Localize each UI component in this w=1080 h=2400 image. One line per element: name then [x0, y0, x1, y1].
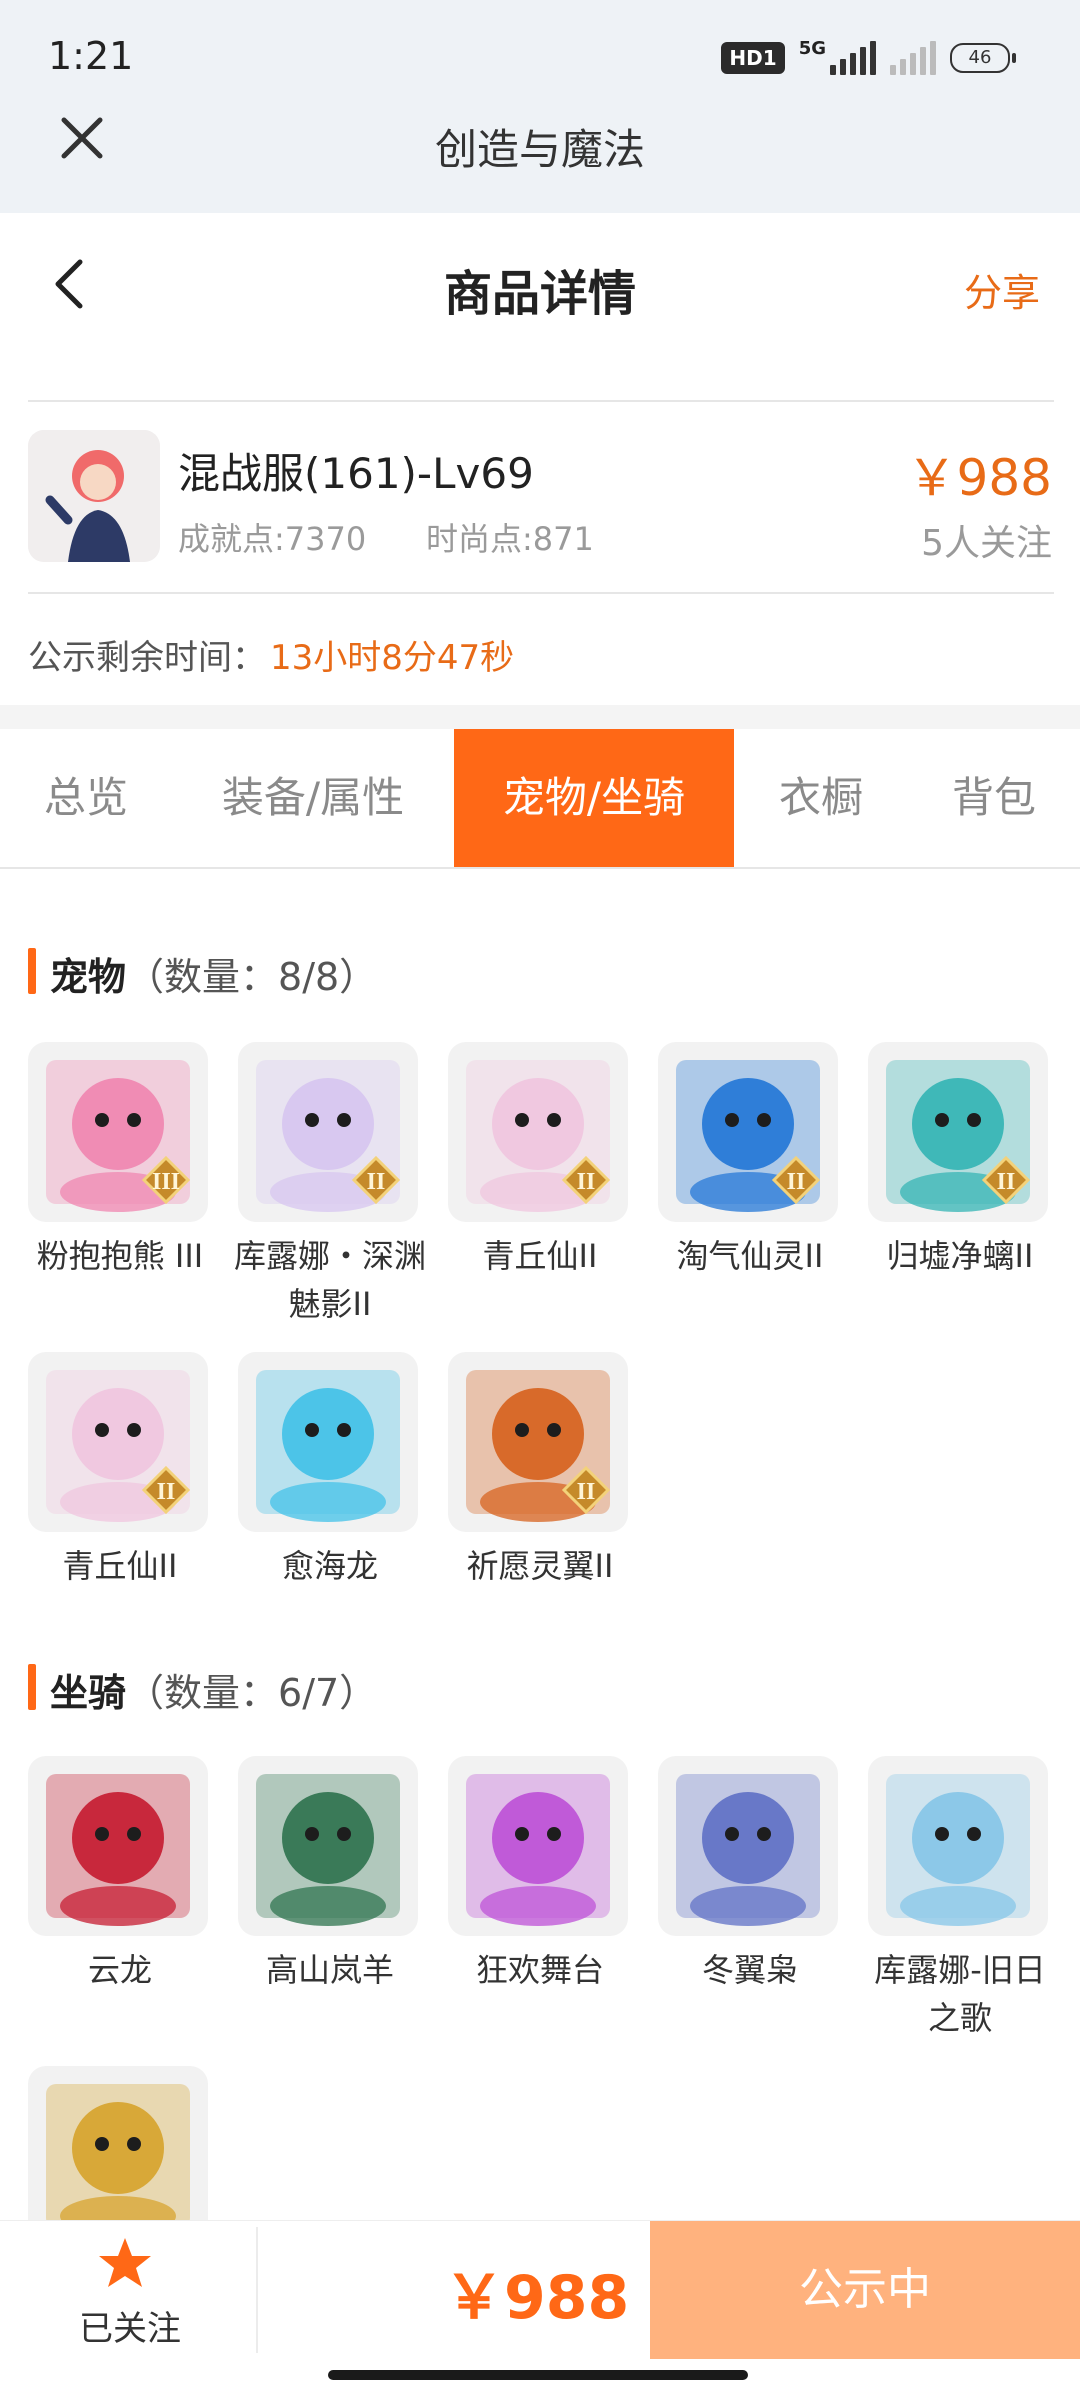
pet-item[interactable]: II 青丘仙II — [448, 1042, 632, 1280]
mount-thumbnail — [868, 1756, 1048, 1936]
pet-item[interactable]: II 祈愿灵翼II — [448, 1352, 632, 1590]
page-title: 商品详情 — [443, 266, 636, 322]
pet-name: 青丘仙II — [62, 1547, 178, 1585]
svg-text:II: II — [367, 1169, 386, 1195]
mount-thumbnail — [658, 1756, 838, 1936]
pets-title: 宠物 — [50, 955, 127, 999]
pet-name: 祈愿灵翼II — [466, 1547, 614, 1585]
product-name: 混战服(161)-Lv69 — [178, 449, 534, 498]
mount-name: 库露娜-旧日之歌 — [874, 1951, 1046, 2037]
fashion-points: 时尚点:871 — [426, 520, 594, 558]
signal-icon — [830, 41, 876, 75]
pet-name: 归墟净螭II — [886, 1237, 1034, 1275]
signal-weak-icon — [890, 41, 936, 75]
pet-thumbnail: II — [238, 1042, 418, 1222]
home-indicator — [328, 2370, 748, 2380]
timer-value: 13小时8分47秒 — [270, 638, 515, 678]
battery-icon: 46 — [950, 43, 1016, 73]
divider — [28, 400, 1054, 402]
tab-pets-mounts[interactable]: 宠物/坐骑 — [454, 729, 734, 867]
achievement-points: 成就点:7370 — [178, 520, 367, 558]
mount-thumbnail — [28, 1756, 208, 1936]
tab-wardrobe[interactable]: 衣橱 — [734, 729, 908, 867]
pet-thumbnail: II — [448, 1352, 628, 1532]
follower-count: 5人关注 — [921, 523, 1052, 564]
pet-name: 愈海龙 — [281, 1547, 378, 1585]
divider — [256, 2227, 258, 2353]
app-title: 创造与魔法 — [434, 125, 645, 174]
star-icon[interactable] — [96, 2235, 154, 2293]
network-label: 5G — [798, 38, 826, 59]
mount-name: 狂欢舞台 — [475, 1951, 604, 1989]
mount-thumbnail — [28, 2066, 208, 2246]
svg-text:II: II — [997, 1169, 1016, 1195]
bottom-price: ￥988 — [444, 2263, 630, 2333]
share-button[interactable]: 分享 — [964, 262, 1040, 317]
svg-text:II: II — [157, 1479, 176, 1505]
svg-text:III: III — [152, 1169, 180, 1195]
status-icons: HD1 5G 46 — [721, 38, 1016, 78]
section-marker — [28, 1664, 36, 1710]
pet-thumbnail: II — [658, 1042, 838, 1222]
follow-label[interactable]: 已关注 — [60, 2301, 200, 2350]
pet-thumbnail: II — [448, 1042, 628, 1222]
svg-text:II: II — [577, 1479, 596, 1505]
pet-thumbnail: II — [868, 1042, 1048, 1222]
product-price: ￥988 — [906, 449, 1052, 507]
bottom-bar: 已关注 ￥988 公示中 — [0, 2220, 1080, 2361]
pet-name: 青丘仙II — [482, 1237, 598, 1275]
timer-label: 公示剩余时间： — [28, 638, 266, 678]
tab-overview[interactable]: 总览 — [0, 729, 172, 867]
mounts-count: （数量：6/7） — [126, 1671, 378, 1715]
mount-item[interactable]: 云龙 — [28, 1756, 212, 1994]
tab-equipment[interactable]: 装备/属性 — [172, 729, 454, 867]
status-button[interactable]: 公示中 — [650, 2221, 1080, 2359]
mounts-title: 坐骑 — [50, 1671, 127, 1715]
mount-item[interactable]: 高山岚羊 — [238, 1756, 422, 1994]
mount-item[interactable]: 冬翼枭 — [658, 1756, 842, 1994]
svg-text:II: II — [787, 1169, 806, 1195]
pets-count: （数量：8/8） — [126, 955, 378, 999]
pet-item[interactable]: 愈海龙 — [238, 1352, 422, 1590]
pet-item[interactable]: II 淘气仙灵II — [658, 1042, 842, 1280]
mount-name: 高山岚羊 — [265, 1951, 394, 1989]
divider — [28, 592, 1054, 594]
svg-text:II: II — [577, 1169, 596, 1195]
pet-item[interactable]: II 青丘仙II — [28, 1352, 212, 1590]
status-time: 1:21 — [48, 34, 134, 78]
mount-thumbnail — [238, 1756, 418, 1936]
mount-item[interactable]: 狂欢舞台 — [448, 1756, 632, 1994]
pet-thumbnail — [238, 1352, 418, 1532]
pet-item[interactable]: III 粉抱抱熊 III — [28, 1042, 212, 1280]
mount-name: 冬翼枭 — [701, 1951, 798, 1989]
character-avatar — [28, 430, 160, 562]
mount-item[interactable]: 库露娜-旧日之歌 — [868, 1756, 1052, 2042]
top-bar — [0, 0, 1080, 213]
pet-name: 淘气仙灵II — [676, 1237, 824, 1275]
pet-name: 库露娜・深渊魅影II — [233, 1237, 426, 1323]
pet-thumbnail: III — [28, 1042, 208, 1222]
mounts-section-title: 坐骑（数量：6/7） — [50, 1662, 377, 1717]
section-marker — [28, 948, 36, 994]
tab-backpack[interactable]: 背包 — [908, 729, 1080, 867]
pet-thumbnail: II — [28, 1352, 208, 1532]
section-gap — [0, 705, 1080, 729]
mount-name: 云龙 — [87, 1951, 152, 1989]
pet-item[interactable]: II 库露娜・深渊魅影II — [234, 1042, 426, 1328]
mount-thumbnail — [448, 1756, 628, 1936]
pet-item[interactable]: II 归墟净螭II — [868, 1042, 1052, 1280]
tab-bar: 总览 装备/属性 宠物/坐骑 衣橱 背包 — [0, 729, 1080, 869]
pet-name: 粉抱抱熊 III — [36, 1237, 204, 1275]
hd-badge: HD1 — [721, 42, 785, 74]
pets-section-title: 宠物（数量：8/8） — [50, 946, 377, 1001]
